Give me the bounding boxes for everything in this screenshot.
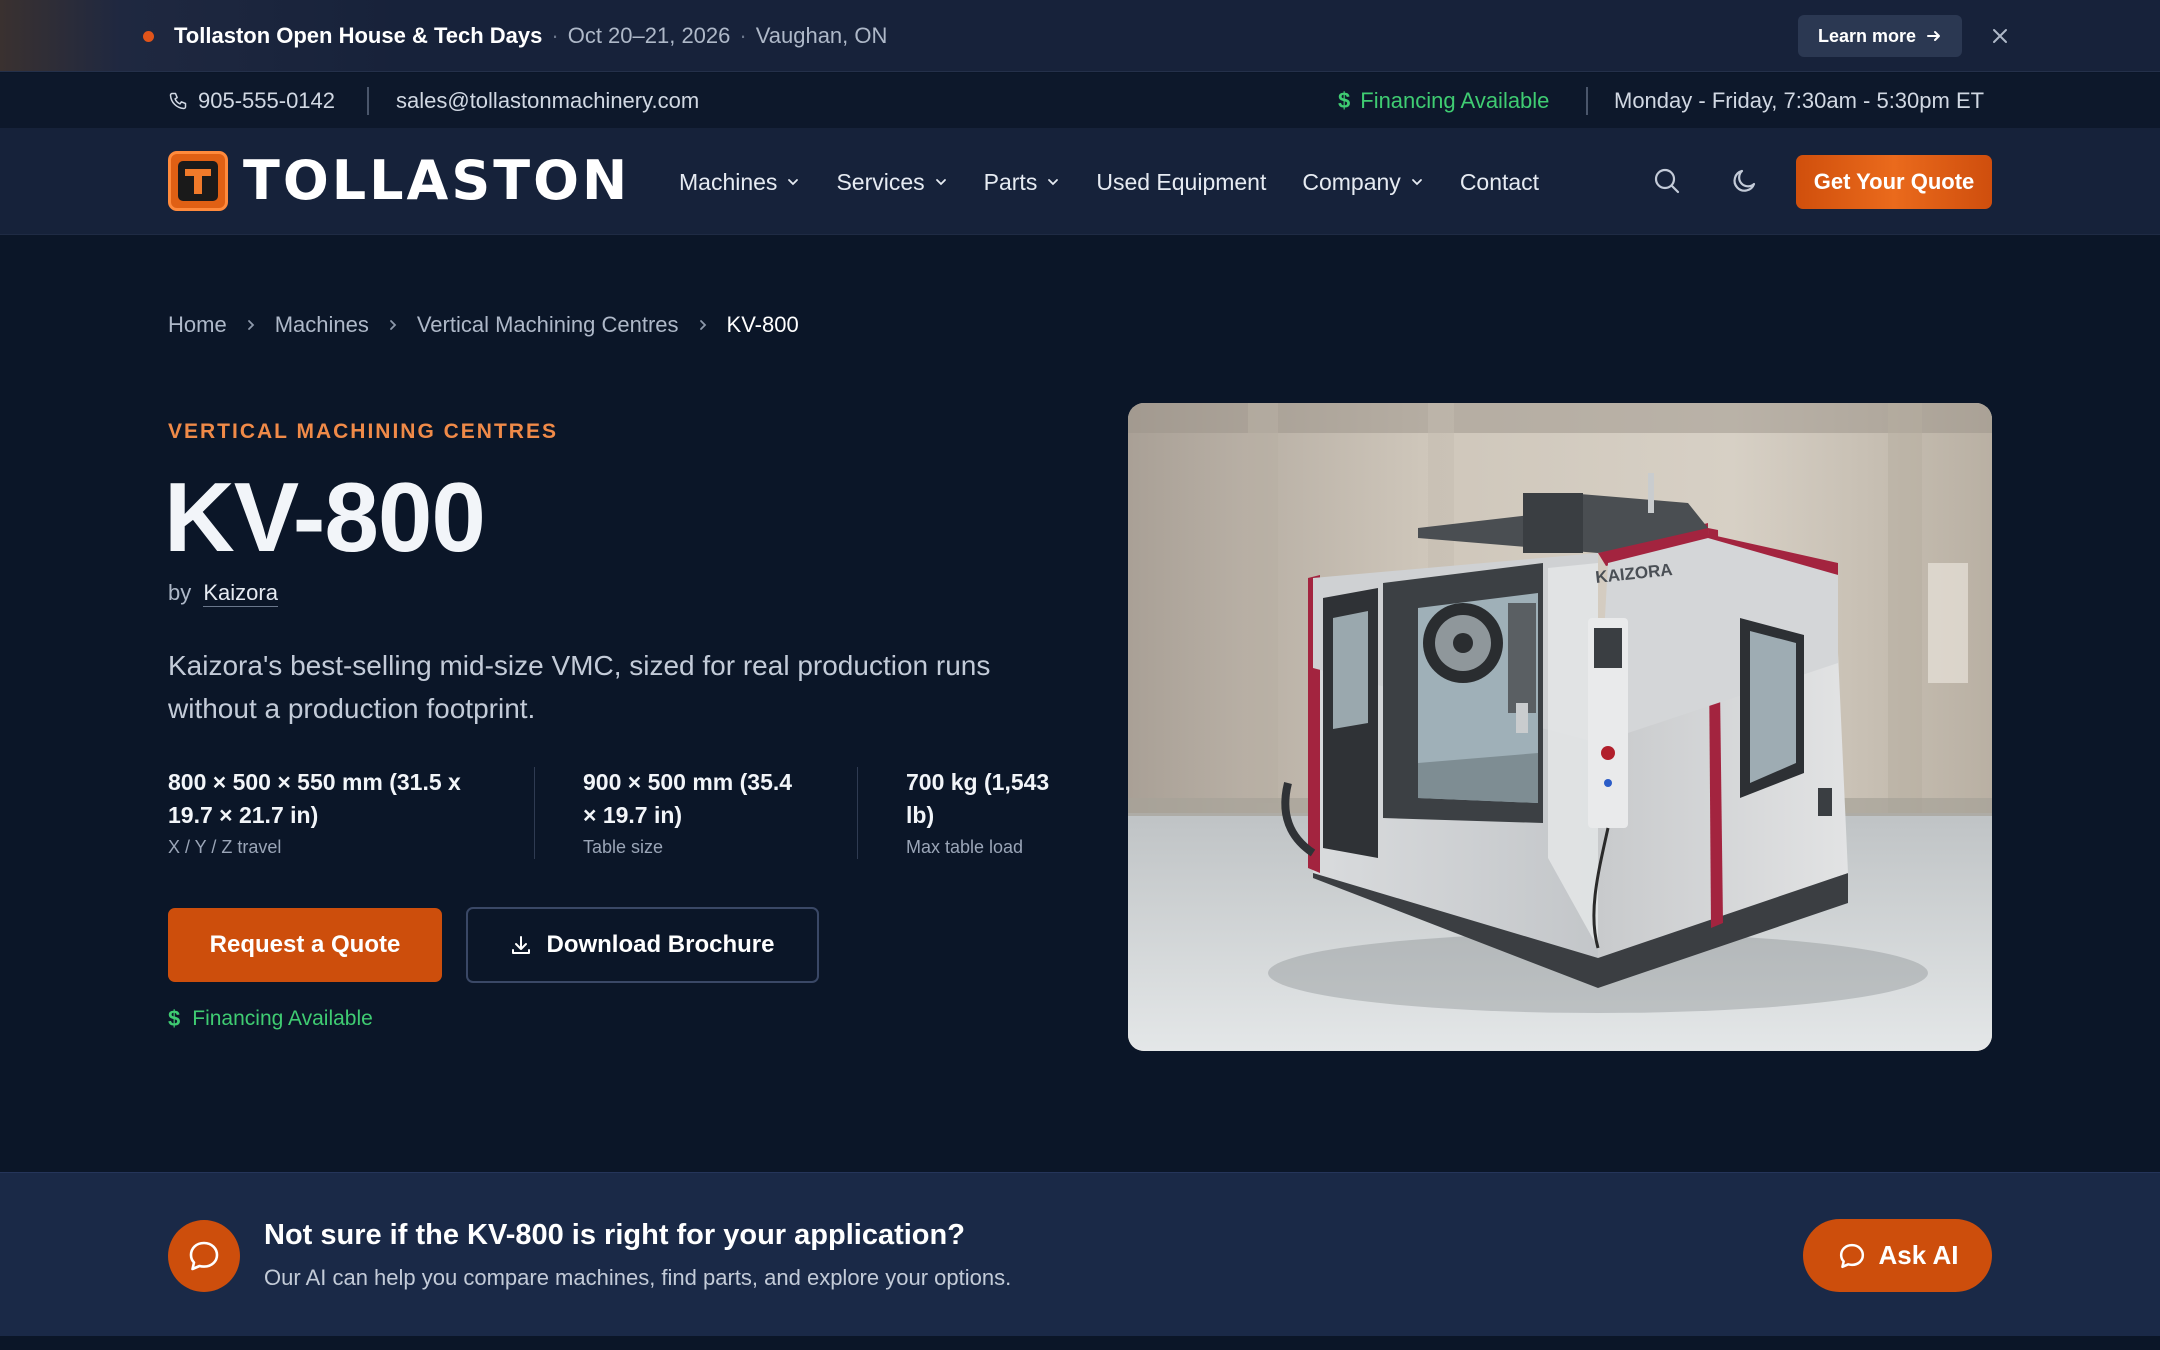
ask-ai-button[interactable]: Ask AI [1803,1219,1992,1292]
dollar-icon: $ [168,1006,181,1031]
ai-help-banner: Not sure if the KV-800 is right for your… [0,1172,2160,1350]
moon-icon[interactable] [1730,166,1760,196]
email-link[interactable]: sales@tollastonmachinery.com [396,87,699,115]
download-brochure-label: Download Brochure [546,931,775,958]
chat-bubble-icon [1839,1243,1864,1268]
nav-item-label: Services [836,168,925,195]
announcement-text: Tollaston Open House & Tech Days · Oct 20–… [174,22,887,50]
separator-dot: · [739,23,747,48]
chevron-down-icon [935,179,946,186]
chevron-down-icon [1048,179,1059,186]
learn-more-button[interactable]: Learn more [1798,15,1962,57]
spec-max-load: 700 kg (1,543 lb) Max table load [906,766,1056,859]
announcement-title: Tollaston Open House & Tech Days [174,23,543,48]
divider [1586,87,1588,115]
main-nav: TOLLASTON Machines Services Parts Used E… [0,128,2160,235]
divider [367,87,369,115]
spec-label: X / Y / Z travel [168,837,282,857]
nav-item-used-equipment[interactable]: Used Equipment [1096,169,1266,196]
chevron-down-icon [788,179,799,186]
nav-item-services[interactable]: Services [836,169,947,196]
spec-divider [857,767,858,859]
logo-mark-inner [178,161,218,201]
nav-menu: Machines Services Parts Used Equipment C… [679,166,1575,198]
arrow-right-icon [1927,31,1941,41]
breadcrumb: Home Machines Vertical Machining Centres… [168,311,799,339]
learn-more-label: Learn more [1817,25,1917,46]
spec-label: Table size [583,837,664,857]
spec-travel: 800 × 500 × 550 mm (31.5 x 19.7 × 21.7 i… [168,766,488,859]
spec-label: Max table load [906,837,1024,857]
financing-label: Financing Available [1360,88,1550,113]
product-image: KAIZORA [1128,403,1992,1051]
nav-item-label: Parts [983,168,1038,195]
financing-note[interactable]: $ Financing Available [168,1006,373,1032]
get-quote-button[interactable]: Get Your Quote [1796,155,1992,209]
chevron-down-icon [1411,179,1422,186]
ai-banner-heading: Not sure if the KV-800 is right for your… [264,1219,965,1251]
nav-item-machines[interactable]: Machines [679,169,800,196]
separator-dot: · [551,23,559,48]
download-brochure-button[interactable]: Download Brochure [466,907,819,983]
spec-value: 900 × 500 mm (35.4 × 19.7 in) [583,769,793,828]
nav-item-label: Machines [679,168,778,195]
download-icon [512,936,531,954]
chevron-right-icon [247,320,254,330]
breadcrumb-home[interactable]: Home [168,312,227,338]
chevron-right-icon [389,320,397,330]
breadcrumb-current: KV-800 [726,312,799,337]
email-address: sales@tollastonmachinery.com [396,88,700,113]
announcement-location: Vaughan, ON [755,23,888,48]
spec-value: 700 kg (1,543 lb) [906,769,1050,828]
contact-bar: 905-555-0142 sales@tollastonmachinery.co… [0,73,2160,128]
announcement-dates: Oct 20–21, 2026 [567,23,731,48]
financing-link[interactable]: $ Financing Available [1338,87,1549,115]
hours-text: Monday - Friday, 7:30am - 5:30pm ET [1614,88,1985,113]
nav-item-parts[interactable]: Parts [984,169,1061,196]
nav-item-company[interactable]: Company [1302,169,1423,196]
product-category: VERTICAL MACHINING CENTRES [168,420,558,443]
phone-icon [169,92,187,110]
manufacturer-link[interactable]: Kaizora [203,580,278,607]
vmc-machine-illustration: KAIZORA [1128,403,1992,1051]
spec-table-size: 900 × 500 mm (35.4 × 19.7 in) Table size [583,766,803,859]
announcement-bar: Tollaston Open House & Tech Days · Oct 20–… [0,0,2160,72]
product-title: KV-800 [164,462,486,572]
manufacturer-line: by Kaizora [168,580,278,607]
close-icon[interactable] [1988,24,2012,48]
dollar-icon: $ [1338,88,1351,113]
logo-t-stem [194,169,202,194]
nav-item-label: Contact [1459,168,1540,195]
breadcrumb-machines[interactable]: Machines [275,312,369,338]
ask-ai-label: Ask AI [1878,1240,1959,1270]
nav-item-contact[interactable]: Contact [1460,169,1539,196]
nav-item-label: Company [1302,168,1401,195]
nav-item-label: Used Equipment [1096,168,1267,195]
breadcrumb-category[interactable]: Vertical Machining Centres [417,312,679,338]
spec-value: 800 × 500 × 550 mm (31.5 x 19.7 × 21.7 i… [168,769,461,828]
search-icon[interactable] [1652,166,1682,196]
request-quote-button[interactable]: Request a Quote [168,908,442,982]
business-hours: Monday - Friday, 7:30am - 5:30pm ET [1614,87,1984,115]
phone-link[interactable]: 905-555-0142 [168,87,335,115]
announcement-dot [143,31,154,42]
phone-number: 905-555-0142 [198,88,336,113]
product-tagline: Kaizora's best-selling mid-size VMC, siz… [168,650,991,724]
financing-label: Financing Available [192,1007,373,1030]
chat-bubble-icon [168,1220,240,1292]
by-label: by [168,580,192,605]
logo-wordmark[interactable]: TOLLASTON [243,150,630,212]
ai-banner-subtext: Our AI can help you compare machines, fi… [264,1265,1012,1290]
spec-divider [534,767,535,859]
chevron-right-icon [699,320,706,330]
logo-mark-icon[interactable] [168,151,228,211]
